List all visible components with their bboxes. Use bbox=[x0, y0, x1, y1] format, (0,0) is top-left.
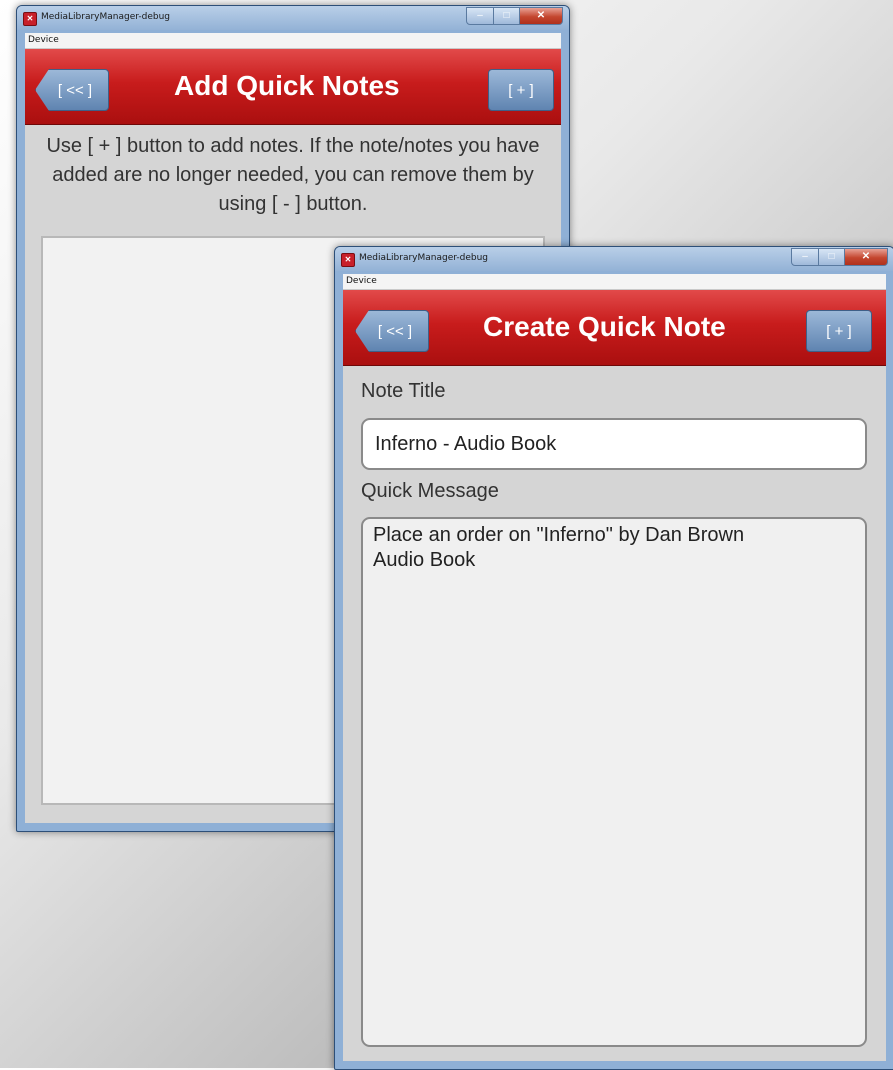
minimize-icon[interactable]: ‒ bbox=[466, 7, 494, 25]
note-title-input[interactable]: Inferno - Audio Book bbox=[361, 418, 867, 470]
close-icon[interactable]: ✕ bbox=[520, 7, 563, 25]
app-client-area: Device [ << ] Create Quick Note [ + ] No… bbox=[343, 274, 886, 1061]
app-header: [ << ] Create Quick Note [ + ] bbox=[343, 290, 886, 366]
back-button[interactable]: [ << ] bbox=[355, 310, 429, 352]
menu-bar: Device bbox=[343, 274, 886, 290]
title-bar[interactable]: ✕ MediaLibraryManager-debug ‒ □ ✕ bbox=[335, 247, 893, 271]
app-header: [ << ] Add Quick Notes [ + ] bbox=[25, 49, 561, 125]
instructions-text: Use [ + ] button to add notes. If the no… bbox=[46, 135, 540, 215]
add-note-button[interactable]: [ + ] bbox=[806, 310, 872, 352]
page-title: Add Quick Notes bbox=[174, 70, 400, 101]
window-controls: ‒ □ ✕ bbox=[791, 248, 888, 266]
close-icon[interactable]: ✕ bbox=[845, 248, 888, 266]
title-bar[interactable]: ✕ MediaLibraryManager-debug ‒ □ ✕ bbox=[17, 6, 569, 30]
page-title: Create Quick Note bbox=[483, 311, 726, 342]
menu-device[interactable]: Device bbox=[346, 276, 377, 286]
add-note-button[interactable]: [ + ] bbox=[488, 69, 554, 111]
create-quick-note-window: ✕ MediaLibraryManager-debug ‒ □ ✕ Device… bbox=[334, 246, 893, 1070]
menu-bar: Device bbox=[25, 33, 561, 49]
minimize-icon[interactable]: ‒ bbox=[791, 248, 819, 266]
menu-device[interactable]: Device bbox=[28, 35, 59, 45]
note-title-label: Note Title bbox=[361, 380, 446, 402]
maximize-icon[interactable]: □ bbox=[494, 7, 520, 25]
maximize-icon[interactable]: □ bbox=[819, 248, 845, 266]
app-icon: ✕ bbox=[341, 253, 355, 267]
window-title: MediaLibraryManager-debug bbox=[41, 12, 171, 22]
quick-message-label: Quick Message bbox=[361, 480, 499, 502]
back-button[interactable]: [ << ] bbox=[35, 69, 109, 111]
quick-message-textarea[interactable]: Place an order on "Inferno" by Dan Brown… bbox=[361, 517, 867, 1047]
window-controls: ‒ □ ✕ bbox=[466, 7, 563, 25]
app-icon: ✕ bbox=[23, 12, 37, 26]
window-title: MediaLibraryManager-debug bbox=[359, 253, 489, 263]
